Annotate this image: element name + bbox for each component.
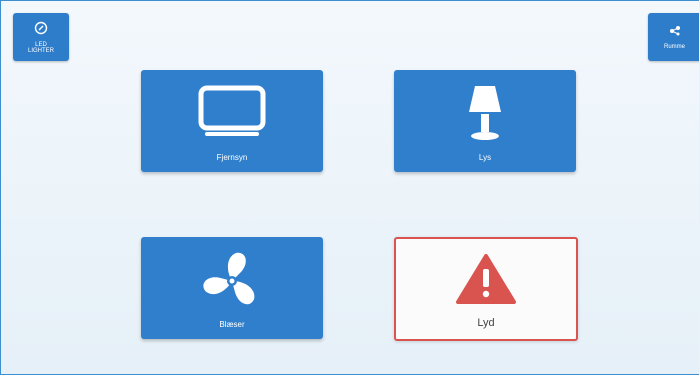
fan-icon bbox=[141, 251, 323, 311]
rooms-button[interactable]: Rumme bbox=[648, 13, 699, 61]
tile-sound-label: Lyd bbox=[477, 317, 495, 329]
lamp-icon bbox=[394, 84, 576, 144]
power-button[interactable]: LED LIGHTER bbox=[13, 13, 69, 61]
tile-lamp-label: Lys bbox=[478, 153, 492, 162]
tile-fan[interactable]: Blæser bbox=[141, 237, 323, 339]
tile-fan-label: Blæser bbox=[219, 320, 245, 329]
tile-tv[interactable]: Fjernsyn bbox=[141, 70, 323, 172]
rooms-icon bbox=[668, 24, 682, 42]
tile-lamp[interactable]: Lys bbox=[394, 70, 576, 172]
tv-icon bbox=[141, 84, 323, 140]
alert-icon bbox=[396, 253, 576, 305]
power-button-label: LED LIGHTER bbox=[27, 41, 54, 54]
rooms-button-label: Rumme bbox=[663, 44, 685, 50]
tile-tv-label: Fjernsyn bbox=[216, 153, 248, 162]
tile-sound-alert[interactable]: Lyd bbox=[394, 237, 578, 341]
power-icon bbox=[34, 21, 48, 40]
app-screen: LED LIGHTER Rumme Fjernsyn Lys Blæser Ly… bbox=[0, 0, 699, 375]
